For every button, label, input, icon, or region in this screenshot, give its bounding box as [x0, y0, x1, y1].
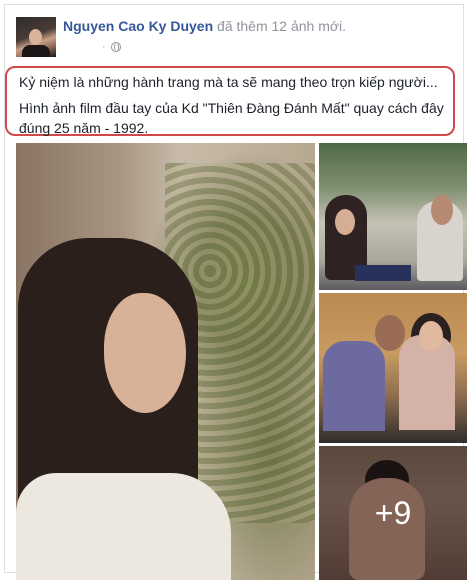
photo-top-right[interactable] [319, 143, 467, 290]
photo-woman-face [419, 321, 443, 351]
post-meta: · [102, 41, 121, 53]
photo-person-right-face [431, 195, 453, 225]
post-time-separator[interactable]: · [102, 41, 106, 53]
photo-face [104, 293, 186, 413]
photo-person-left-face [335, 209, 355, 235]
photo-book [355, 265, 411, 281]
avatar-face [29, 29, 42, 45]
photo-shirt [16, 473, 231, 580]
author-name-link[interactable]: Nguyen Cao Ky Duyen [63, 18, 213, 34]
photo-main[interactable] [16, 143, 315, 580]
post-caption: Kỷ niệm là những hành trang mà ta sẽ man… [19, 72, 451, 138]
post-action-text: đã thêm 12 ảnh mới. [217, 18, 347, 34]
author-avatar[interactable] [16, 17, 56, 57]
photo-man [323, 341, 385, 431]
caption-line-1: Kỷ niệm là những hành trang mà ta sẽ man… [19, 74, 438, 90]
post-header: Nguyen Cao Ky Duyen đã thêm 12 ảnh mới. [63, 18, 346, 34]
avatar-dress [22, 45, 50, 57]
photo-middle-right[interactable] [319, 293, 467, 443]
facebook-post: Nguyen Cao Ky Duyen đã thêm 12 ảnh mới. … [4, 4, 467, 580]
photo-man-face [375, 315, 405, 351]
globe-icon[interactable] [110, 42, 121, 53]
caption-line-2: Hình ảnh film đầu tay của Kd "Thiên Đàng… [19, 100, 444, 136]
photo-bottom-right-more[interactable]: +9 [319, 446, 467, 580]
more-photos-count[interactable]: +9 [319, 446, 467, 580]
